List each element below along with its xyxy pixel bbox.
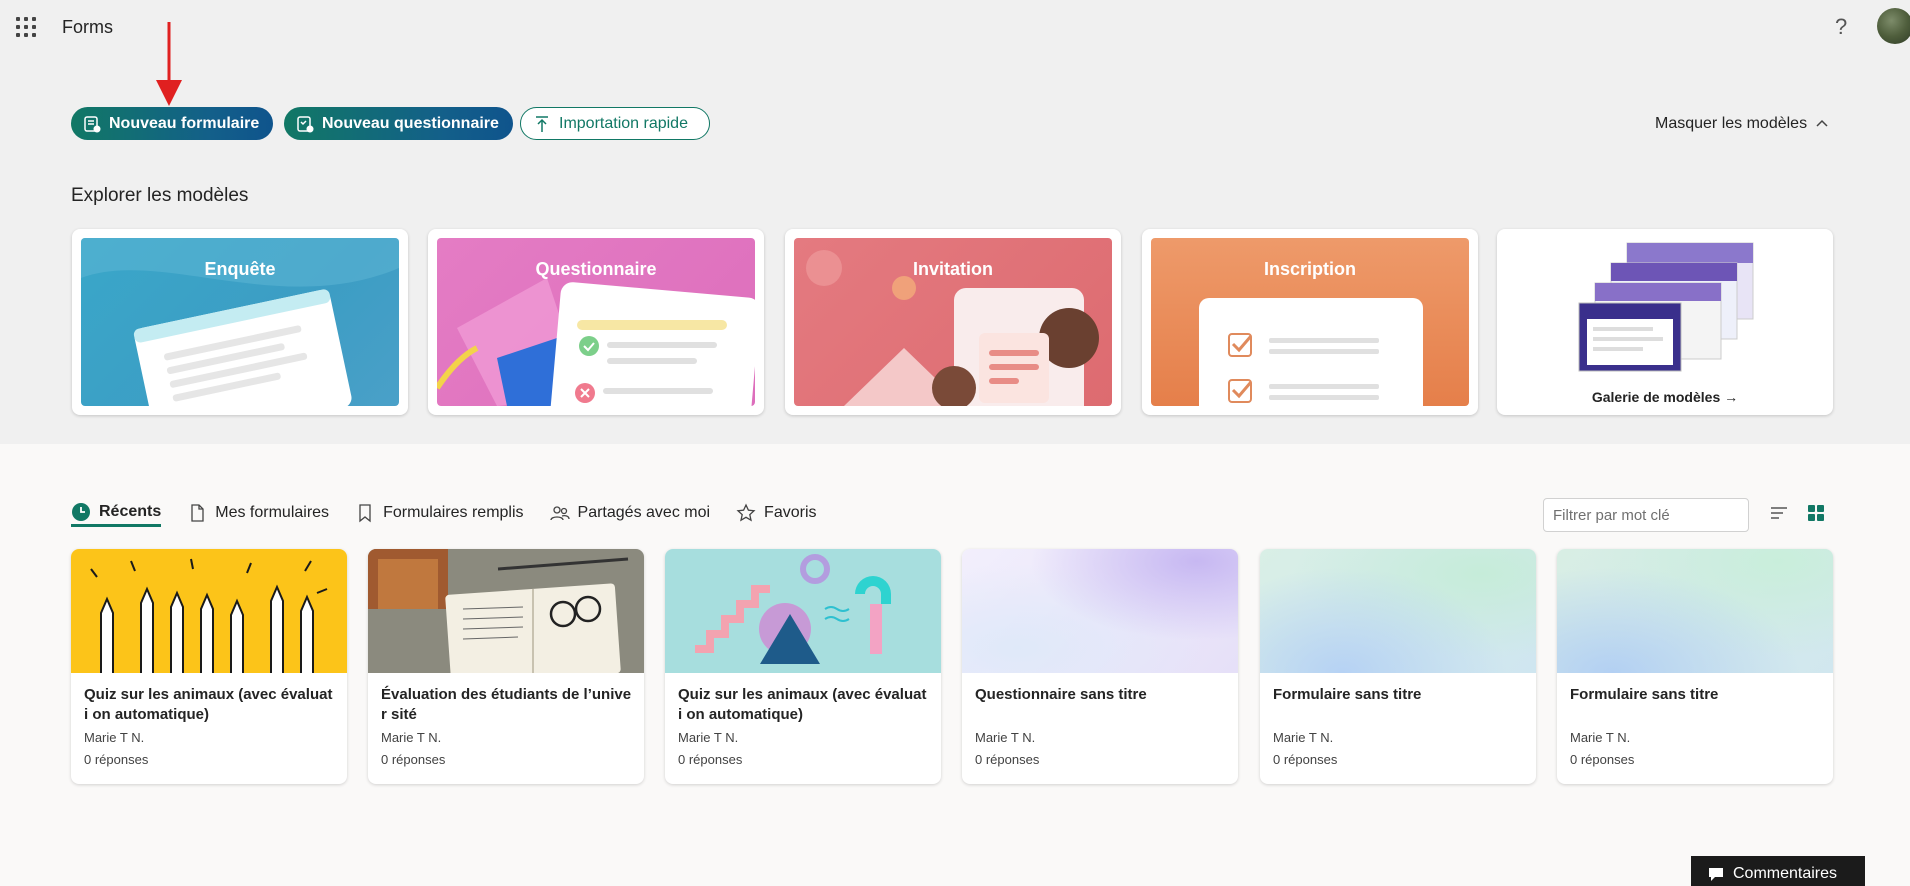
registration-illustration: Inscription [1151, 238, 1469, 406]
form-thumbnail [1260, 549, 1536, 673]
form-responses: 0 réponses [975, 752, 1040, 767]
keyword-filter-input[interactable] [1543, 498, 1749, 532]
new-form-button[interactable]: Nouveau formulaire [71, 107, 274, 140]
hide-templates-label: Masquer les modèles [1655, 115, 1808, 132]
form-thumbnail [665, 549, 941, 673]
tab-filled-forms[interactable]: Formulaires remplis [355, 499, 524, 527]
form-title: Formulaire sans titre [1273, 686, 1422, 703]
form-card[interactable]: Quiz sur les animaux (avec évaluati on a… [71, 549, 347, 784]
template-card-quiz[interactable]: Questionnaire [428, 229, 764, 415]
template-card-survey[interactable]: Enquête [72, 229, 408, 415]
form-owner: Marie T N. [1273, 730, 1334, 745]
tab-label: Mes formulaires [215, 504, 330, 521]
template-card-invitation[interactable]: Invitation [785, 229, 1121, 415]
form-card[interactable]: Formulaire sans titre Marie T N. 0 répon… [1557, 549, 1833, 784]
avatar[interactable] [1877, 8, 1910, 44]
feedback-button[interactable]: Commentaires [1691, 856, 1865, 886]
form-thumbnail [71, 549, 347, 673]
people-icon [549, 506, 570, 521]
form-card[interactable]: Évaluation des étudiants de l’univer sit… [368, 549, 644, 784]
app-launcher-icon[interactable] [16, 17, 36, 37]
tab-shared-with-me[interactable]: Partagés avec moi [549, 499, 711, 527]
form-card[interactable]: Questionnaire sans titre Marie T N. 0 ré… [962, 549, 1238, 784]
new-quiz-button[interactable]: Nouveau questionnaire [284, 107, 513, 140]
form-responses: 0 réponses [1570, 752, 1635, 767]
tab-favorites[interactable]: Favoris [736, 499, 817, 527]
quick-import-label: Importation rapide [559, 114, 688, 132]
template-label: Inscription [1263, 259, 1356, 279]
form-title: Questionnaire sans titre [975, 686, 1147, 703]
form-title: Quiz sur les animaux (avec évaluati on a… [84, 686, 333, 723]
form-card[interactable]: Formulaire sans titre Marie T N. 0 répon… [1260, 549, 1536, 784]
form-title: Quiz sur les animaux (avec évaluati on a… [678, 686, 927, 723]
tab-label: Formulaires remplis [383, 504, 524, 521]
template-label: Questionnaire [535, 259, 657, 279]
form-owner: Marie T N. [678, 730, 739, 745]
chevron-up-icon [1816, 119, 1828, 127]
gallery-thumbnails-icon [1578, 242, 1754, 372]
template-gallery-label: Galerie de modèles [1591, 389, 1721, 405]
help-icon[interactable]: ? [1835, 14, 1847, 40]
new-quiz-label: Nouveau questionnaire [322, 114, 499, 132]
list-view-icon[interactable] [1769, 503, 1789, 523]
form-responses: 0 réponses [381, 752, 446, 767]
top-bar: Forms ? [0, 0, 1910, 56]
hide-templates-button[interactable]: Masquer les modèles [1655, 115, 1829, 133]
form-owner: Marie T N. [1570, 730, 1631, 745]
feedback-label: Commentaires [1733, 865, 1838, 882]
form-owner: Marie T N. [84, 730, 145, 745]
invitation-illustration: Invitation [794, 238, 1112, 406]
form-responses: 0 réponses [84, 752, 149, 767]
form-thumbnail [1557, 549, 1833, 673]
survey-illustration: Enquête [81, 238, 399, 406]
tab-my-forms[interactable]: Mes formulaires [187, 499, 329, 527]
tab-label: Favoris [764, 504, 817, 521]
quick-import-button[interactable]: Importation rapide [520, 107, 710, 140]
form-thumbnail [368, 549, 644, 673]
new-quiz-icon [297, 115, 314, 132]
form-card[interactable]: Quiz sur les animaux (avec évaluati on a… [665, 549, 941, 784]
template-label: Invitation [913, 259, 993, 279]
bookmark-icon [359, 504, 371, 523]
form-tabs: Récents Mes formulaires Formulaires remp… [71, 499, 843, 529]
form-responses: 0 réponses [1273, 752, 1338, 767]
comment-icon [1709, 868, 1723, 881]
document-icon [191, 504, 204, 522]
form-owner: Marie T N. [975, 730, 1036, 745]
annotation-arrow-icon [156, 22, 182, 106]
tab-label: Récents [99, 502, 162, 520]
form-title: Formulaire sans titre [1570, 686, 1719, 703]
arrow-right-icon: → [1724, 389, 1739, 405]
star-icon [736, 503, 756, 522]
app-title[interactable]: Forms [62, 17, 113, 38]
template-gallery-card[interactable]: Galerie de modèles → [1497, 229, 1833, 415]
template-label: Enquête [204, 259, 276, 279]
quiz-illustration: Questionnaire [437, 238, 755, 406]
clock-icon [72, 502, 90, 521]
template-card-registration[interactable]: Inscription [1142, 229, 1478, 415]
template-gallery-link[interactable]: Galerie de modèles → [1497, 389, 1833, 405]
new-form-icon [84, 115, 101, 132]
tab-recent[interactable]: Récents [71, 499, 162, 527]
form-title: Évaluation des étudiants de l’univer sit… [381, 686, 632, 723]
grid-view-icon[interactable] [1806, 503, 1826, 523]
new-form-label: Nouveau formulaire [109, 114, 260, 132]
templates-section-title: Explorer les modèles [71, 185, 249, 206]
tab-label: Partagés avec moi [577, 504, 711, 521]
form-owner: Marie T N. [381, 730, 442, 745]
form-responses: 0 réponses [678, 752, 743, 767]
form-thumbnail [962, 549, 1238, 673]
upload-icon [536, 115, 548, 132]
